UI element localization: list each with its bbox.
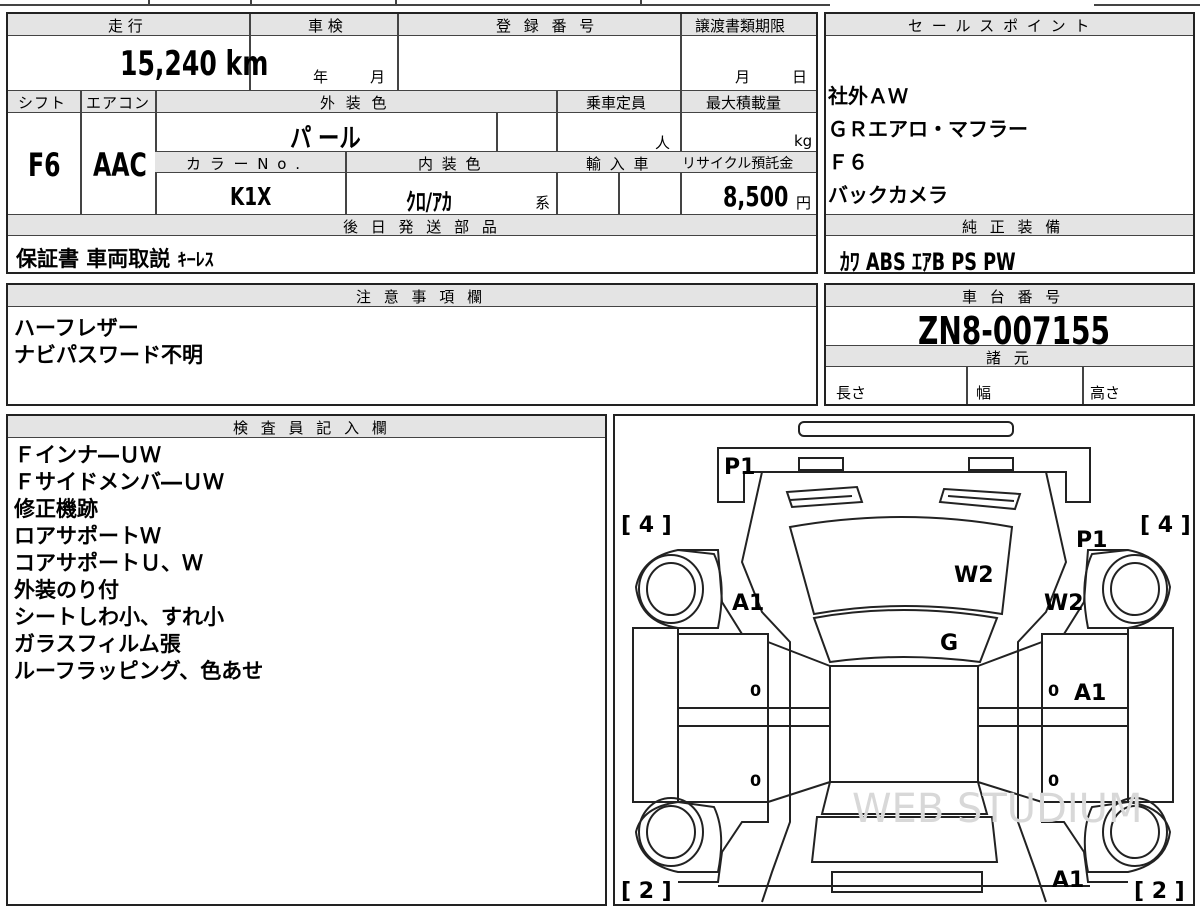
- max-load-label: 最大積載量: [706, 94, 782, 112]
- capacity-unit: 人: [655, 134, 671, 152]
- load-unit: kg: [794, 132, 813, 150]
- chassis-box: 車 台 番 号 ZN8-007155 諸 元 長さ 幅 高さ: [824, 283, 1195, 406]
- note-line: ハーフレザー: [14, 316, 139, 340]
- mark-front-left-wheel: [ 4 ]: [621, 513, 672, 538]
- mark-right-front-door-count: 0: [1048, 681, 1059, 700]
- inspector-label: 検 査 員 記 入 欄: [233, 419, 391, 437]
- exterior-color-label: 外 装 色: [320, 94, 390, 112]
- interior-color-label: 内 装 色: [418, 155, 483, 173]
- car-diagram-box: P1 [ 4 ] [ 4 ] P1 W2 A1 W2 G A1 0 0 0 0 …: [613, 414, 1195, 906]
- later-parts-label: 後 日 発 送 部 品: [343, 218, 501, 236]
- width-label: 幅: [976, 384, 992, 402]
- note-line: ナビパスワード不明: [14, 343, 203, 367]
- inspection-year: 年: [313, 68, 329, 86]
- notes-box: 注 意 事 項 欄 ハーフレザー ナビパスワード不明: [6, 283, 818, 406]
- transfer-deadline-label: 譲渡書類期限: [695, 17, 786, 35]
- recycle-label: リサイクル預託金: [682, 156, 794, 172]
- watermark: WEB STUDIUM: [852, 786, 1142, 832]
- height-label: 高さ: [1090, 384, 1121, 402]
- capacity-label: 乗車定員: [586, 94, 647, 112]
- vehicle-info-table: 走 行 車 検 登 録 番 号 譲渡書類期限 15,240 km 年 月 月 日…: [6, 12, 818, 274]
- sales-points-label: セ ー ル ス ポ イ ン ト: [908, 17, 1092, 35]
- mark-rear-right-wheel: [ 2 ]: [1134, 879, 1185, 904]
- inspector-line: シートしわ小、すれ小: [14, 605, 224, 629]
- shift-label: シフト: [18, 94, 67, 112]
- inspector-line: Ｆサイドメンバ―ＵＷ: [14, 470, 224, 494]
- registration-label: 登 録 番 号: [496, 17, 599, 35]
- car-damage-diagram: P1 [ 4 ] [ 4 ] P1 W2 A1 W2 G A1 0 0 0 0 …: [621, 421, 1191, 904]
- mileage-label: 走 行: [108, 17, 143, 35]
- sales-point-item: ＧＲエアロ・マフラー: [828, 117, 1028, 141]
- ac-value: AAC: [93, 146, 147, 184]
- sales-point-item: Ｆ６: [828, 150, 868, 174]
- sales-point-item: バックカメラ: [828, 183, 948, 207]
- inspector-notes: Ｆインナ―ＵＷ Ｆサイドメンバ―ＵＷ 修正機跡 ロアサポートＷ コアサポートＵ、…: [14, 442, 263, 685]
- ac-label: エアコン: [86, 94, 151, 112]
- length-label: 長さ: [836, 384, 867, 402]
- interior-color-suffix: 系: [535, 194, 551, 212]
- mark-right-fender-2: W2: [1044, 591, 1084, 616]
- mark-right-front-door: A1: [1074, 681, 1106, 706]
- mark-left-rear-door: 0: [750, 771, 761, 790]
- mileage-value: 15,240 km: [120, 44, 269, 84]
- inspector-line: コアサポートＵ、Ｗ: [14, 551, 203, 575]
- mark-front-bumper: P1: [724, 455, 755, 480]
- mark-right-fender: P1: [1076, 528, 1107, 553]
- inspector-line: 外装のり付: [14, 578, 119, 602]
- shift-value: F6: [28, 146, 61, 184]
- mark-left-front-door: 0: [750, 681, 761, 700]
- inspector-line: ガラスフィルム張: [14, 632, 181, 656]
- chassis-label: 車 台 番 号: [962, 288, 1065, 306]
- inspection-month: 月: [370, 68, 386, 86]
- mark-windshield: G: [940, 631, 958, 656]
- transfer-day: 日: [792, 68, 808, 86]
- transfer-month: 月: [735, 68, 751, 86]
- inspector-box: 検 査 員 記 入 欄 Ｆインナ―ＵＷ Ｆサイドメンバ―ＵＷ 修正機跡 ロアサポ…: [6, 414, 607, 906]
- exterior-color-value: パ ール: [290, 124, 361, 154]
- inspector-line: ルーフラッピング、色あせ: [14, 659, 264, 683]
- inspector-line: Ｆインナ―ＵＷ: [14, 443, 161, 467]
- import-label: 輸 入 車: [586, 155, 651, 173]
- sales-points-box: セ ー ル ス ポ イ ン ト 社外ＡＷ ＧＲエアロ・マフラー Ｆ６ バックカメ…: [824, 12, 1195, 276]
- color-number-label: カ ラ ー N o .: [186, 155, 303, 173]
- equipment-value: ｶﾜ ABS ｴｱB PS PW: [840, 248, 1016, 276]
- inspector-line: ロアサポートＷ: [14, 524, 161, 548]
- specs-label: 諸 元: [986, 349, 1033, 367]
- later-parts-value: 保証書 車両取説 ｷｰﾚｽ: [16, 247, 214, 271]
- notes-list: ハーフレザー ナビパスワード不明: [14, 315, 203, 369]
- recycle-unit: 円: [796, 194, 812, 212]
- top-strip: [0, 0, 1200, 6]
- equipment-label: 純 正 装 備: [962, 218, 1065, 236]
- inspector-line: 修正機跡: [14, 497, 98, 521]
- mark-rear-quarter: A1: [1052, 868, 1084, 893]
- interior-color-value: ｸﾛ/ｱｶ: [406, 188, 452, 216]
- inspection-label: 車 検: [308, 17, 343, 35]
- color-number-value: K1X: [230, 182, 272, 211]
- mark-hood: W2: [954, 563, 994, 588]
- mark-left-fender: A1: [732, 591, 764, 616]
- sales-point-item: 社外ＡＷ: [828, 84, 908, 108]
- sales-points-list: 社外ＡＷ ＧＲエアロ・マフラー Ｆ６ バックカメラ: [828, 80, 1028, 212]
- mark-rear-left-wheel: [ 2 ]: [621, 879, 672, 904]
- notes-label: 注 意 事 項 欄: [356, 288, 487, 306]
- recycle-value: 8,500: [723, 180, 789, 213]
- mark-front-right-wheel: [ 4 ]: [1140, 513, 1191, 538]
